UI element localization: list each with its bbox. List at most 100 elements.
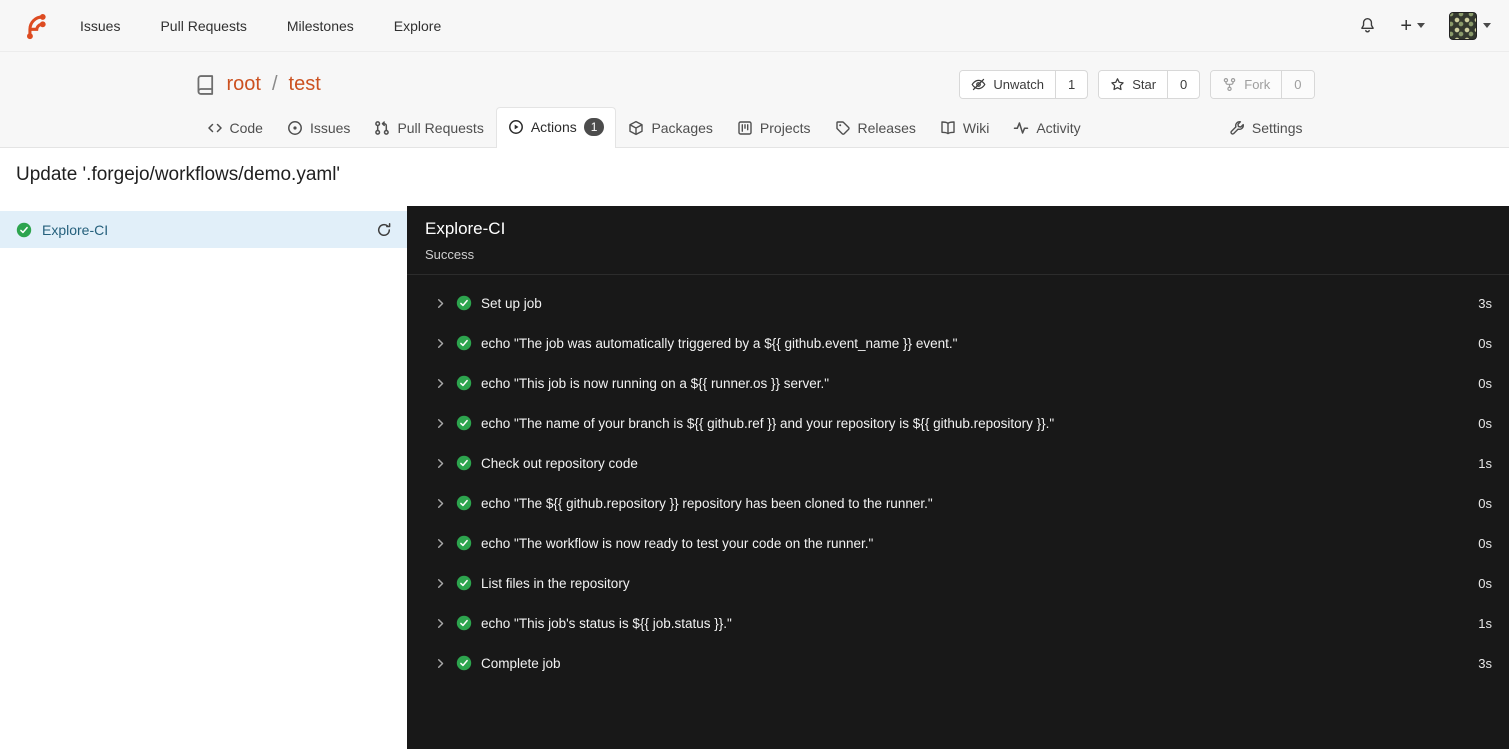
step-row[interactable]: List files in the repository 0s [407, 563, 1509, 603]
tab-issues[interactable]: Issues [275, 109, 362, 148]
star-button-group: Star 0 [1098, 70, 1201, 99]
star-button[interactable]: Star [1099, 71, 1168, 98]
tab-releases[interactable]: Releases [823, 109, 928, 148]
step-row[interactable]: Complete job 3s [407, 643, 1509, 683]
repo-header: root / test Unwatch 1 Star 0 Fork 0 Code… [0, 52, 1509, 149]
nav-item-pull-requests[interactable]: Pull Requests [160, 18, 246, 34]
forks-count[interactable]: 0 [1281, 71, 1314, 98]
step-name: echo "The ${{ github.repository }} repos… [481, 495, 933, 511]
step-name: echo "The job was automatically triggere… [481, 335, 958, 351]
tab-releases-label: Releases [857, 120, 916, 137]
forgejo-logo[interactable] [18, 9, 52, 43]
step-row[interactable]: echo "The job was automatically triggere… [407, 323, 1509, 363]
tag-icon [835, 120, 851, 136]
create-new-menu[interactable]: + [1400, 16, 1425, 36]
job-name: Explore-CI [42, 221, 109, 238]
step-row[interactable]: echo "The ${{ github.repository }} repos… [407, 483, 1509, 523]
tab-actions[interactable]: Actions 1 [495, 107, 617, 149]
step-duration: 0s [1478, 375, 1492, 391]
workflow-run-title: Update '.forgejo/workflows/demo.yaml' [16, 164, 341, 186]
tab-projects[interactable]: Projects [725, 109, 823, 148]
fork-icon [1222, 77, 1237, 92]
actions-count-badge: 1 [583, 118, 605, 137]
repo-action-buttons: Unwatch 1 Star 0 Fork 0 [959, 70, 1315, 99]
caret-down-icon [1417, 23, 1425, 28]
step-name: Complete job [481, 655, 561, 671]
user-menu[interactable] [1449, 11, 1491, 40]
step-duration: 0s [1478, 415, 1492, 431]
notifications-bell-icon[interactable] [1359, 17, 1376, 34]
nav-item-explore[interactable]: Explore [394, 18, 441, 34]
step-duration: 3s [1478, 655, 1492, 671]
star-label: Star [1132, 77, 1157, 92]
step-row[interactable]: echo "This job is now running on a ${{ r… [407, 363, 1509, 403]
step-name: echo "This job's status is ${{ job.statu… [481, 615, 732, 631]
nav-links: Issues Pull Requests Milestones Explore [80, 18, 441, 34]
code-icon [207, 120, 223, 136]
check-circle-icon [456, 295, 472, 311]
step-duration: 1s [1478, 615, 1492, 631]
tab-actions-label: Actions [530, 119, 577, 136]
watchers-count[interactable]: 1 [1054, 71, 1087, 98]
stars-count[interactable]: 0 [1167, 71, 1199, 98]
fork-label: Fork [1244, 77, 1271, 92]
chevron-right-icon [434, 617, 447, 630]
tab-settings[interactable]: Settings [1217, 109, 1315, 148]
wrench-icon [1229, 120, 1245, 136]
tab-settings-label: Settings [1251, 120, 1303, 137]
step-name: List files in the repository [481, 575, 630, 591]
tab-pull-requests-label: Pull Requests [397, 120, 484, 137]
fork-button-group: Fork 0 [1210, 70, 1315, 99]
package-cube-icon [628, 120, 644, 136]
git-pull-request-icon [374, 120, 390, 136]
fork-button[interactable]: Fork [1211, 71, 1282, 98]
check-circle-icon [456, 495, 472, 511]
tab-packages[interactable]: Packages [616, 109, 724, 148]
step-row[interactable]: Set up job 3s [407, 283, 1509, 323]
tab-code-label: Code [229, 120, 263, 137]
tab-activity[interactable]: Activity [1001, 109, 1092, 148]
step-duration: 0s [1478, 575, 1492, 591]
step-row[interactable]: Check out repository code 1s [407, 443, 1509, 483]
check-circle-icon [456, 535, 472, 551]
check-circle-icon [456, 615, 472, 631]
step-name: echo "This job is now running on a ${{ r… [481, 375, 830, 391]
tab-issues-label: Issues [309, 120, 351, 137]
tab-activity-label: Activity [1036, 120, 1081, 137]
tab-wiki[interactable]: Wiki [928, 109, 1001, 148]
step-name: echo "The name of your branch is ${{ git… [481, 415, 1055, 431]
tab-projects-label: Projects [759, 120, 811, 137]
check-circle-icon [456, 655, 472, 671]
job-item-explore-ci[interactable]: Explore-CI [0, 211, 407, 249]
check-circle-icon [456, 455, 472, 471]
tab-code[interactable]: Code [195, 109, 275, 148]
nav-item-issues[interactable]: Issues [80, 18, 120, 34]
step-duration: 1s [1478, 455, 1492, 471]
check-circle-icon [456, 415, 472, 431]
repo-book-icon [195, 74, 217, 96]
chevron-right-icon [434, 457, 447, 470]
tab-packages-label: Packages [651, 120, 713, 137]
step-name: echo "The workflow is now ready to test … [481, 535, 874, 551]
step-row[interactable]: echo "The workflow is now ready to test … [407, 523, 1509, 563]
nav-item-milestones[interactable]: Milestones [287, 18, 354, 34]
tab-wiki-label: Wiki [962, 120, 990, 137]
star-icon [1110, 77, 1125, 92]
repo-name-link[interactable]: test [289, 73, 321, 96]
check-circle-icon [16, 222, 32, 238]
topbar-right: + [1359, 11, 1491, 40]
unwatch-label: Unwatch [993, 77, 1044, 92]
play-circle-icon [508, 119, 524, 135]
step-row[interactable]: echo "This job's status is ${{ job.statu… [407, 603, 1509, 643]
repo-owner-link[interactable]: root [227, 73, 261, 96]
user-avatar [1449, 11, 1477, 40]
chevron-right-icon [434, 377, 447, 390]
unwatch-button[interactable]: Unwatch [960, 71, 1055, 98]
rerun-refresh-icon[interactable] [376, 222, 392, 238]
log-header: Explore-CI Success [407, 206, 1509, 276]
step-list: Set up job 3s echo "The job was automati… [407, 275, 1509, 683]
step-row[interactable]: echo "The name of your branch is ${{ git… [407, 403, 1509, 443]
check-circle-icon [456, 375, 472, 391]
chevron-right-icon [434, 657, 447, 670]
tab-pull-requests[interactable]: Pull Requests [362, 109, 495, 148]
